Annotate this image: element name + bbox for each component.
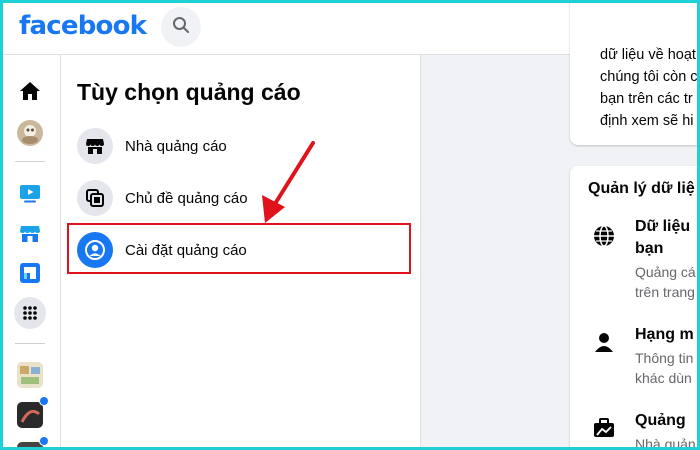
topics-icon — [77, 180, 113, 216]
gaming-icon — [20, 263, 40, 283]
rail-divider — [15, 343, 45, 344]
info-card: dữ liệu về hoạt chúng tôi còn c bạn trên… — [570, 3, 697, 145]
menu-item-ad-settings[interactable]: Cài đặt quảng cáo — [69, 225, 413, 275]
screenshot-frame: facebook Tùy chọn quảng cáo Nhà quảng cá… — [3, 3, 697, 447]
notification-badge — [39, 396, 49, 406]
item-heading[interactable]: bạn — [635, 238, 663, 260]
data-management-card: Quản lý dữ liệ Dữ liệu bạn Quảng cá trên… — [570, 166, 697, 447]
page-title: Tùy chọn quảng cáo — [77, 79, 301, 105]
menu-item-label: Cài đặt quảng cáo — [125, 241, 247, 259]
card-text: dữ liệu về hoạt — [600, 47, 696, 63]
group-avatar — [17, 402, 43, 428]
card-text: bạn trên các tr — [600, 91, 693, 107]
menu-item-label: Chủ đề quảng cáo — [125, 189, 248, 207]
person-icon — [586, 324, 622, 360]
item-description: Quảng cá — [635, 264, 696, 280]
search-icon — [172, 16, 190, 39]
menu-item-ad-topics[interactable]: Chủ đề quảng cáo — [69, 173, 413, 223]
video-icon — [20, 185, 40, 203]
gaming-button[interactable] — [14, 257, 46, 289]
item-description: Thông tin — [635, 350, 694, 366]
menu-item-advertisers[interactable]: Nhà quảng cáo — [69, 121, 413, 171]
menu-button[interactable] — [14, 297, 46, 329]
item-heading[interactable]: Hạng m — [635, 324, 694, 346]
group-shortcut[interactable] — [14, 396, 49, 431]
briefcase-icon — [586, 410, 622, 446]
store-icon — [77, 128, 113, 164]
card-title: Quản lý dữ liệ — [588, 180, 695, 197]
home-button[interactable] — [14, 75, 46, 107]
item-description: Nhà quản — [635, 436, 696, 447]
item-heading[interactable]: Quảng — [635, 410, 686, 432]
left-shortcut-rail — [3, 55, 61, 447]
card-text: định xem sẽ hi — [600, 113, 694, 129]
rail-divider — [15, 161, 45, 162]
grid-icon — [23, 306, 37, 320]
watch-button[interactable] — [14, 177, 46, 209]
group-shortcut[interactable] — [14, 359, 46, 391]
facebook-logo[interactable]: facebook — [19, 9, 147, 43]
store-icon — [20, 226, 40, 242]
item-heading[interactable]: Dữ liệu — [635, 216, 690, 238]
avatar — [17, 120, 43, 146]
profile-avatar[interactable] — [14, 117, 46, 149]
globe-icon — [586, 218, 622, 254]
item-description: trên trang — [635, 284, 695, 300]
marketplace-button[interactable] — [14, 217, 46, 249]
notification-badge — [39, 436, 49, 446]
search-button[interactable] — [161, 7, 201, 47]
annotation-arrow-icon — [262, 141, 315, 223]
user-circle-icon — [77, 232, 113, 268]
menu-item-label: Nhà quảng cáo — [125, 137, 227, 155]
group-avatar — [17, 362, 43, 388]
group-shortcut[interactable] — [14, 436, 49, 447]
item-description: khác dùn — [635, 370, 692, 386]
card-text: chúng tôi còn c — [600, 69, 697, 85]
ad-preferences-panel: Tùy chọn quảng cáo Nhà quảng cáo Chủ đề … — [61, 55, 421, 447]
home-icon — [20, 82, 40, 100]
